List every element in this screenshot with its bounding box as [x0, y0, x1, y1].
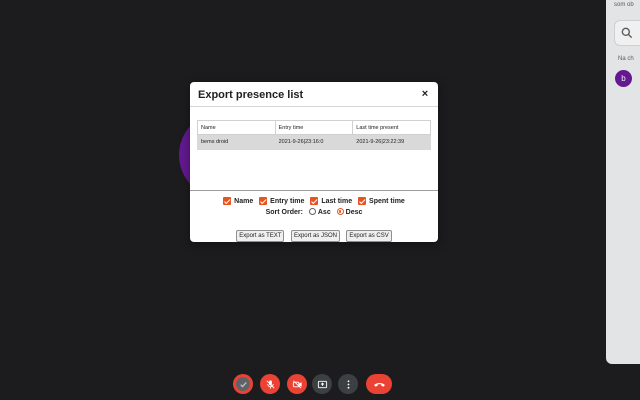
- presence-table: Name Entry time Last time present bems d…: [197, 120, 431, 190]
- radio-asc-label: Asc: [317, 209, 331, 216]
- checkbox-spent-time[interactable]: [358, 197, 367, 205]
- radio-asc[interactable]: [308, 208, 316, 215]
- leave-call-button[interactable]: [366, 374, 392, 394]
- table-row: bems droid 2021-9-26|23:16:0 2021-9-26|2…: [197, 134, 431, 150]
- mic-off-icon: [266, 379, 274, 389]
- dialog-divider: [190, 106, 438, 107]
- camera-toggle-button[interactable]: [287, 374, 307, 394]
- export-json-button[interactable]: Export as JSON: [290, 230, 340, 242]
- checkbox-name[interactable]: [223, 197, 232, 205]
- more-vertical-icon: [347, 379, 349, 389]
- export-presence-dialog: Export presence list × Name Entry time L…: [190, 82, 438, 242]
- presence-button[interactable]: [233, 374, 253, 394]
- cell-name: bems droid: [197, 134, 276, 150]
- radio-desc[interactable]: [336, 208, 344, 215]
- option-name[interactable]: Name: [223, 197, 253, 205]
- present-screen-button[interactable]: [312, 374, 332, 394]
- option-spent-time[interactable]: Spent time: [358, 197, 405, 205]
- radio-desc-label: Desc: [345, 209, 363, 216]
- sort-order: Sort Order: Asc Desc: [190, 208, 438, 216]
- camera-off-icon: [292, 379, 302, 389]
- column-options: Name Entry time Last time Spent time: [190, 197, 438, 207]
- option-entry-time[interactable]: Entry time: [259, 197, 304, 205]
- cell-entry-time: 2021-9-26|23:16:0: [274, 134, 353, 150]
- option-last-time[interactable]: Last time: [310, 197, 352, 205]
- present-screen-icon: [317, 380, 327, 388]
- checkbox-last-time[interactable]: [310, 197, 319, 205]
- cell-last-time: 2021-9-26|23:22:39: [352, 134, 431, 150]
- dialog-divider-bottom: [190, 190, 438, 191]
- checkbox-entry-time[interactable]: [259, 197, 268, 205]
- more-options-button[interactable]: [338, 374, 358, 394]
- header-name: Name: [197, 120, 276, 135]
- header-entry-time: Entry time: [274, 120, 354, 135]
- hang-up-icon: [373, 382, 385, 387]
- sort-order-label: Sort Order:: [265, 209, 303, 216]
- dialog-title: Export presence list: [198, 89, 304, 101]
- mic-toggle-button[interactable]: [260, 374, 280, 394]
- header-last-time: Last time present: [352, 120, 431, 135]
- export-buttons: Export as TEXT Export as JSON Export as …: [190, 224, 438, 242]
- export-text-button[interactable]: Export as TEXT: [236, 230, 285, 242]
- check-circle-icon: [236, 377, 250, 391]
- export-csv-button[interactable]: Export as CSV: [346, 230, 392, 242]
- close-icon[interactable]: ×: [418, 87, 432, 101]
